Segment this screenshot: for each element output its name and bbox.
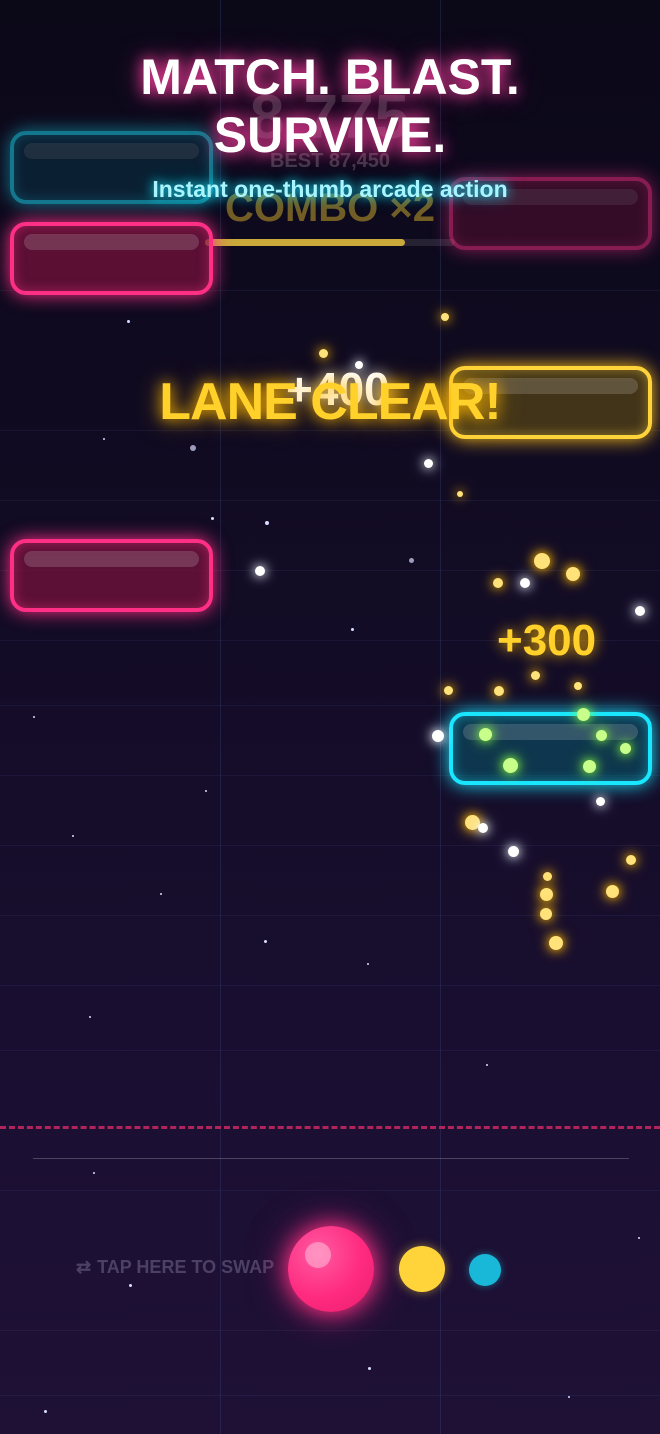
star: [568, 1396, 570, 1398]
grid-line: [0, 1395, 660, 1396]
ball-highlight: [305, 1242, 331, 1268]
particle: [534, 553, 550, 569]
particle: [596, 797, 605, 806]
particle: [606, 885, 619, 898]
star: [264, 940, 267, 943]
particle: [432, 730, 444, 742]
grid-line: [0, 915, 660, 916]
particle: [444, 686, 453, 695]
particle: [566, 567, 580, 581]
particle: [635, 606, 645, 616]
star: [44, 1410, 47, 1413]
particle: [255, 566, 265, 576]
particle: [620, 743, 631, 754]
particle: [479, 728, 492, 741]
particle: [494, 686, 504, 696]
particle: [543, 872, 552, 881]
star: [127, 320, 130, 323]
particle: [520, 578, 530, 588]
star: [103, 438, 105, 440]
lane-clear-popup: LANE CLEAR!: [159, 373, 501, 431]
combo-meter: [205, 239, 455, 246]
particle: [626, 855, 636, 865]
particle: [583, 760, 596, 773]
star: [72, 835, 74, 837]
particle: [540, 908, 552, 920]
star: [368, 1367, 371, 1370]
block-pink: [10, 222, 213, 295]
star: [486, 1064, 488, 1066]
star: [129, 1284, 132, 1287]
star: [160, 893, 162, 895]
queued-ball: [469, 1254, 501, 1286]
headline-line-2: SURVIVE.: [213, 107, 447, 163]
control-divider: [33, 1158, 629, 1159]
particle: [508, 846, 519, 857]
swap-arrows-icon: ⇄: [76, 1257, 92, 1277]
combo-meter-fill: [205, 239, 405, 246]
promo-subtitle: Instant one-thumb arcade action: [152, 176, 508, 202]
star: [367, 963, 369, 965]
grid-line: [0, 985, 660, 986]
star: [205, 790, 207, 792]
particle: [549, 936, 563, 950]
star: [265, 521, 269, 525]
particle: [493, 578, 503, 588]
star: [409, 558, 414, 563]
grid-line: [0, 1050, 660, 1051]
danger-line: [0, 1126, 660, 1129]
swap-hint[interactable]: ⇄ TAP HERE TO SWAP: [76, 1257, 274, 1278]
star: [33, 716, 35, 718]
headline-line-1: MATCH. BLAST.: [140, 49, 520, 105]
grid-line: [0, 705, 660, 706]
star: [351, 628, 354, 631]
particle: [457, 491, 463, 497]
particle: [540, 888, 553, 901]
particle: [424, 459, 433, 468]
particle: [577, 708, 590, 721]
grid-line: [0, 500, 660, 501]
star: [190, 445, 196, 451]
current-ball[interactable]: [288, 1226, 374, 1312]
particle: [355, 361, 363, 369]
grid-line: [0, 845, 660, 846]
particle: [441, 313, 449, 321]
grid-line: [0, 1190, 660, 1191]
star: [211, 517, 214, 520]
particle: [503, 758, 518, 773]
grid-line: [0, 1330, 660, 1331]
particle: [478, 823, 488, 833]
score-popup: +300: [497, 616, 597, 665]
particle: [531, 671, 540, 680]
next-ball[interactable]: [399, 1246, 445, 1292]
particle: [574, 682, 582, 690]
star: [89, 1016, 91, 1018]
particle: [596, 730, 607, 741]
promo-headline: MATCH. BLAST. SURVIVE.: [0, 48, 660, 164]
swap-hint-label: TAP HERE TO SWAP: [97, 1257, 275, 1277]
star: [93, 1172, 95, 1174]
star: [638, 1237, 640, 1239]
particle: [319, 349, 328, 358]
block-pink: [10, 539, 213, 612]
